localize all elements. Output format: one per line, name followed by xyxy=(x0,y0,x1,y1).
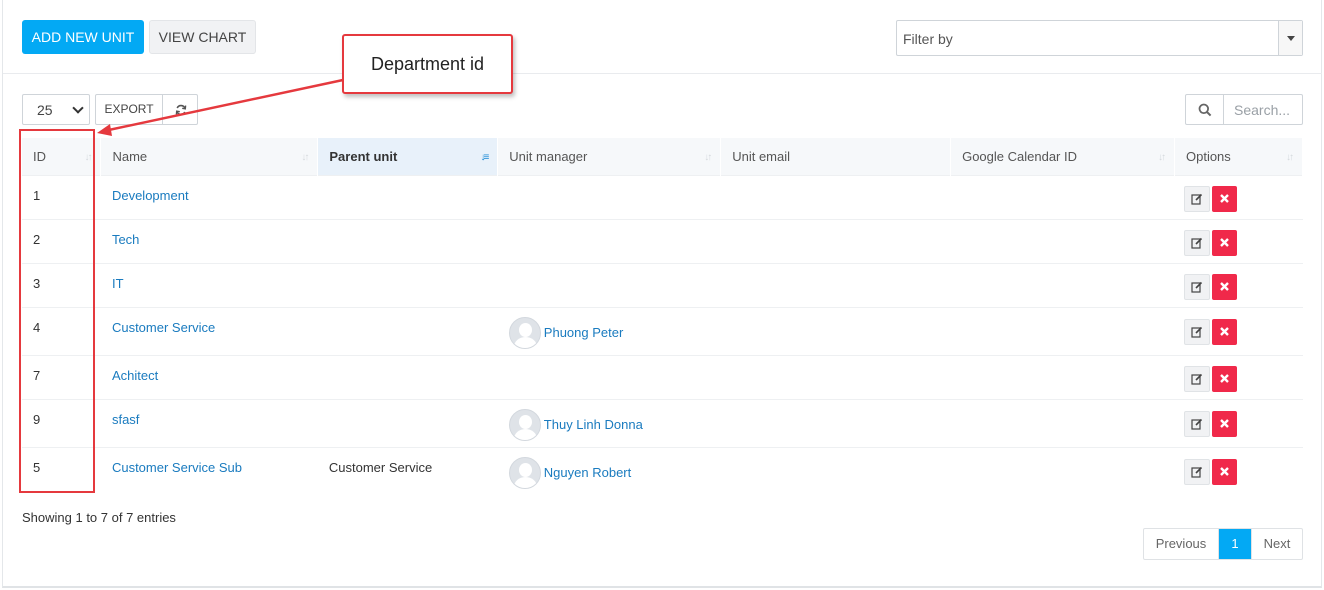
annotation-arrow xyxy=(97,78,344,136)
annotation-callout: Department id xyxy=(342,34,513,94)
